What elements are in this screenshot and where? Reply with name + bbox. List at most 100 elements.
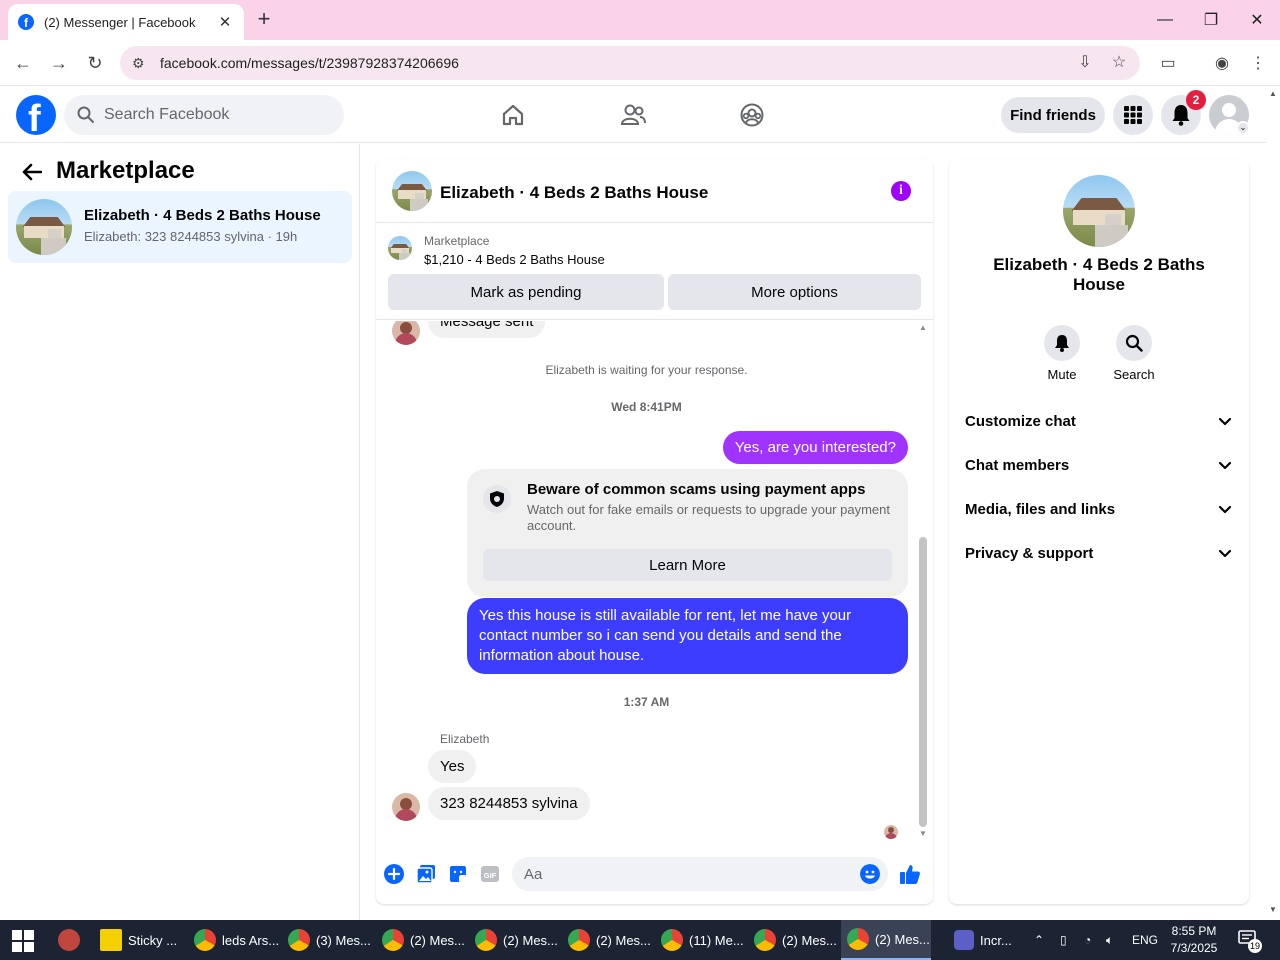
- browser-tab-active[interactable]: f (2) Messenger | Facebook ✕: [8, 4, 244, 40]
- taskbar-item[interactable]: (2) Mes...: [754, 920, 840, 960]
- conversation-info-panel: Elizabeth · 4 Beds 2 Baths House Mute Se…: [949, 159, 1249, 904]
- info-icon[interactable]: i: [891, 181, 911, 201]
- message-input-box[interactable]: [512, 857, 888, 891]
- clock-date: 7/3/2025: [1170, 941, 1218, 955]
- tab-title: (2) Messenger | Facebook: [44, 14, 196, 30]
- menu-grid-icon[interactable]: [1113, 95, 1153, 135]
- photo-icon[interactable]: [415, 863, 437, 885]
- gif-icon[interactable]: GIF: [479, 863, 501, 885]
- message-composer: GIF: [376, 841, 933, 904]
- taskbar-item[interactable]: leds Ars...: [194, 920, 280, 960]
- chevron-down-icon: [1218, 505, 1232, 514]
- sticker-icon[interactable]: [447, 863, 469, 885]
- message-bubble-incoming: 323 8244853 sylvina: [428, 787, 590, 820]
- search-action[interactable]: Search: [1099, 325, 1169, 382]
- bell-icon[interactable]: [1044, 325, 1080, 361]
- facebook-logo-icon[interactable]: f: [16, 95, 56, 135]
- conversation-item[interactable]: Elizabeth · 4 Beds 2 Baths House Elizabe…: [8, 191, 352, 263]
- chrome-icon: [568, 929, 590, 951]
- forward-arrow-icon[interactable]: →: [44, 48, 74, 78]
- menu-kebab-icon[interactable]: ⋮: [1246, 52, 1270, 76]
- taskbar-item[interactable]: (3) Mes...: [288, 920, 374, 960]
- scroll-down-icon[interactable]: ▼: [918, 829, 928, 838]
- chevron-down-icon: [1218, 549, 1232, 558]
- message-thread[interactable]: Message sent Elizabeth is waiting for yo…: [376, 321, 933, 841]
- taskbar-app-icon[interactable]: [58, 920, 90, 960]
- chat-members-section[interactable]: Chat members: [957, 445, 1241, 485]
- facebook-search-box[interactable]: [64, 95, 344, 135]
- url-text[interactable]: facebook.com/messages/t/2398792837420669…: [160, 55, 459, 71]
- back-arrow-icon[interactable]: [16, 156, 48, 188]
- install-app-icon[interactable]: ⇩: [1074, 52, 1096, 74]
- privacy-support-section[interactable]: Privacy & support: [957, 533, 1241, 573]
- taskbar-item[interactable]: (11) Me...: [661, 920, 747, 960]
- close-window-button[interactable]: ✕: [1234, 0, 1280, 40]
- listing-thumbnail[interactable]: [388, 236, 412, 260]
- info-title: Elizabeth · 4 Beds 2 Baths House: [993, 255, 1205, 294]
- friends-nav-icon[interactable]: [617, 99, 649, 131]
- minimize-button[interactable]: ―: [1142, 0, 1188, 40]
- reload-icon[interactable]: ↻: [80, 48, 110, 78]
- section-label: Chat members: [965, 456, 1070, 474]
- seen-receipt-avatar: [884, 825, 898, 839]
- bookmark-star-icon[interactable]: ☆: [1108, 52, 1130, 74]
- volume-icon[interactable]: 🔈︎: [1106, 920, 1124, 960]
- notification-center-icon[interactable]: 19: [1238, 929, 1262, 953]
- learn-more-button[interactable]: Learn More: [483, 549, 892, 581]
- taskbar-item[interactable]: (2) Mes...: [568, 920, 654, 960]
- scroll-down-icon[interactable]: ▼: [1268, 905, 1278, 914]
- message-scrollbar[interactable]: ▲ ▼: [917, 321, 929, 841]
- system-clock[interactable]: 8:55 PM 7/3/2025: [1162, 923, 1226, 957]
- language-indicator[interactable]: ENG: [1132, 920, 1160, 960]
- timestamp: 1:37 AM: [623, 695, 670, 709]
- wifi-icon[interactable]: ◔: [1084, 920, 1100, 960]
- taskbar-item[interactable]: (2) Mes...: [382, 920, 468, 960]
- address-bar[interactable]: ⚙ facebook.com/messages/t/23987928374206…: [120, 46, 1140, 80]
- search-icon[interactable]: [1116, 325, 1152, 361]
- scroll-up-icon[interactable]: ▲: [918, 323, 928, 332]
- chevron-down-icon[interactable]: ⌄: [1236, 121, 1250, 135]
- browser-toolbar: ← → ↻ ⚙ facebook.com/messages/t/23987928…: [0, 40, 1280, 86]
- taskbar-app[interactable]: Incr...: [954, 920, 1024, 960]
- back-arrow-icon[interactable]: ←: [8, 48, 38, 78]
- contact-avatar: [392, 793, 420, 821]
- notification-count-badge: 19: [1248, 939, 1262, 953]
- taskbar-item[interactable]: (2) Mes...: [475, 920, 561, 960]
- thumbs-up-icon[interactable]: [898, 862, 922, 886]
- find-friends-button[interactable]: Find friends: [1001, 97, 1105, 133]
- more-options-button[interactable]: More options: [668, 274, 921, 310]
- scroll-up-icon[interactable]: ▲: [1268, 89, 1278, 98]
- info-avatar[interactable]: [1063, 175, 1135, 247]
- site-info-icon[interactable]: ⚙: [132, 55, 156, 72]
- new-tab-button[interactable]: +: [252, 8, 276, 32]
- groups-nav-icon[interactable]: [736, 99, 768, 131]
- tab-close-icon[interactable]: ✕: [216, 13, 234, 31]
- message-input[interactable]: [524, 865, 844, 883]
- chat-avatar[interactable]: [392, 171, 432, 211]
- chevron-up-icon[interactable]: ⌃: [1034, 920, 1052, 960]
- profile-icon[interactable]: ◉: [1210, 52, 1234, 76]
- search-input[interactable]: [104, 106, 324, 124]
- taskbar-item[interactable]: Sticky ...: [100, 920, 186, 960]
- meet-icon[interactable]: ▯: [1060, 920, 1076, 960]
- mute-action[interactable]: Mute: [1027, 325, 1097, 382]
- chrome-icon: [475, 929, 497, 951]
- taskbar-item-active[interactable]: (2) Mes...: [841, 920, 931, 960]
- chrome-icon: [847, 928, 869, 950]
- windows-start-icon[interactable]: [12, 930, 34, 952]
- media-cast-icon[interactable]: ▭: [1156, 52, 1180, 76]
- search-icon: [77, 106, 94, 123]
- restore-button[interactable]: ❐: [1188, 0, 1234, 40]
- chat-title[interactable]: Elizabeth · 4 Beds 2 Baths House: [440, 183, 708, 203]
- listing-price-title[interactable]: $1,210 - 4 Beds 2 Baths House: [424, 252, 605, 267]
- media-files-links-section[interactable]: Media, files and links: [957, 489, 1241, 529]
- home-nav-icon[interactable]: [497, 99, 529, 131]
- plus-circle-icon[interactable]: [383, 863, 405, 885]
- customize-chat-section[interactable]: Customize chat: [957, 401, 1241, 441]
- page-scrollbar[interactable]: ▲ ▼: [1266, 87, 1280, 920]
- mark-as-pending-button[interactable]: Mark as pending: [388, 274, 664, 310]
- chat-panel: Elizabeth · 4 Beds 2 Baths House i Marke…: [376, 159, 933, 904]
- scrollbar-thumb[interactable]: [919, 537, 927, 827]
- chrome-icon: [288, 929, 310, 951]
- emoji-icon[interactable]: [860, 864, 880, 884]
